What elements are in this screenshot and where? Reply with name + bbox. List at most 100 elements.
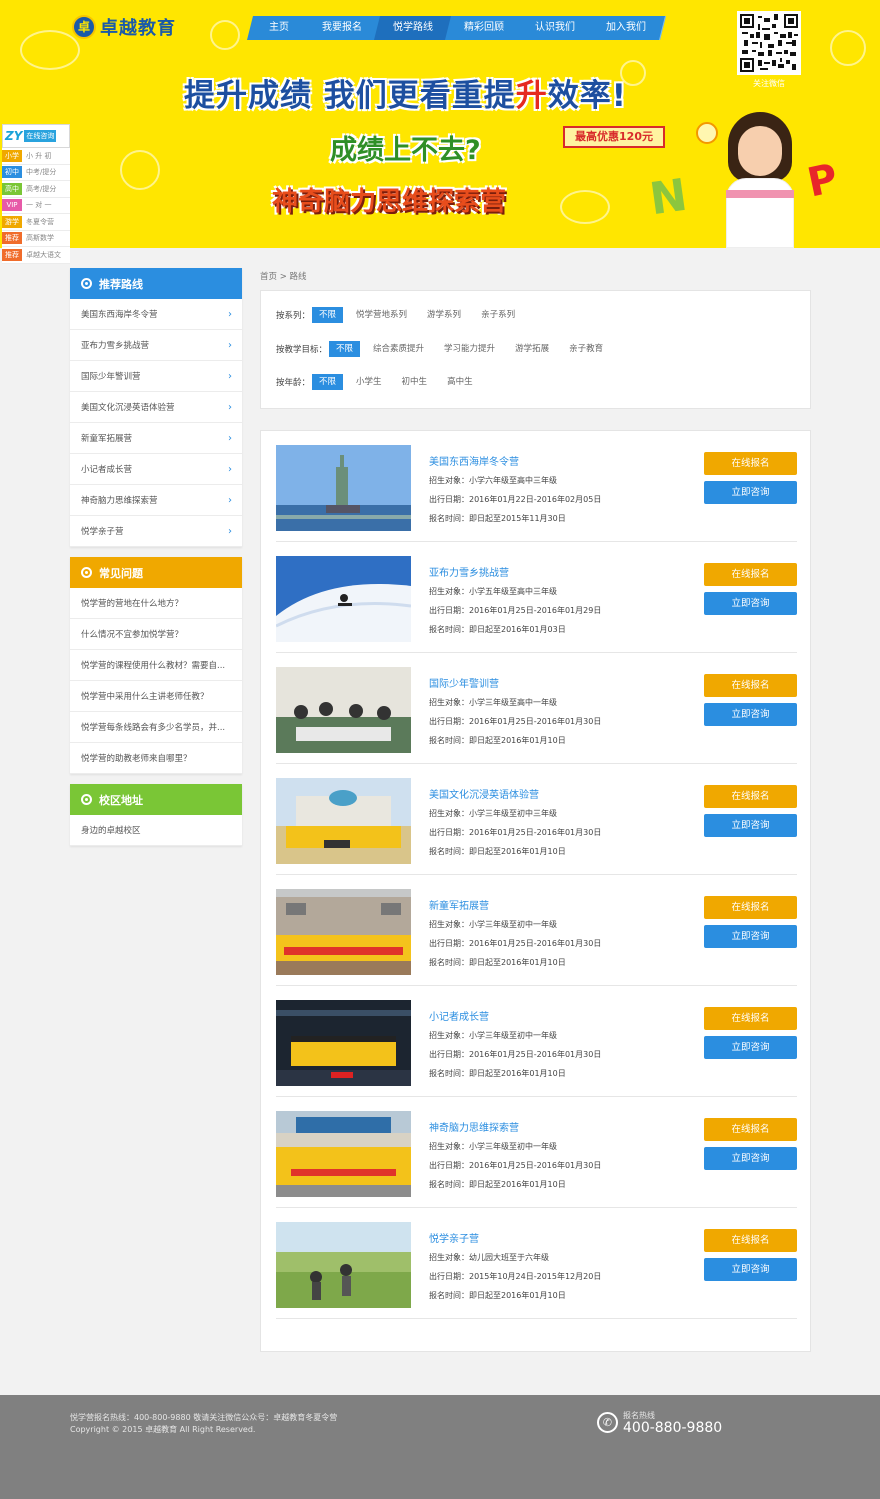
faq-link[interactable]: 悦学营的助教老师来自哪里？: [70, 743, 242, 774]
filter-option[interactable]: 小学生: [349, 374, 389, 390]
camp-photo[interactable]: [276, 1222, 411, 1308]
signup-button[interactable]: 在线报名: [704, 1007, 797, 1030]
consult-button[interactable]: 立即咨询: [704, 814, 797, 837]
camp-title[interactable]: 神奇脑力思维探索营: [429, 1119, 601, 1134]
camp-photo[interactable]: [276, 778, 411, 864]
filter-option[interactable]: 游学系列: [420, 307, 468, 323]
letter-p-decoration: P: [803, 155, 842, 207]
service-item[interactable]: 初中 中考/提分: [2, 164, 70, 181]
nav-routes[interactable]: 悦学路线: [374, 16, 453, 40]
camp-photo[interactable]: [276, 889, 411, 975]
camp-target: 招生对象：小学三年级至初中一年级: [429, 920, 557, 929]
camp-target: 招生对象：小学三年级至初中三年级: [429, 809, 557, 818]
service-item[interactable]: 高中 高考/提分: [2, 181, 70, 198]
filter-option[interactable]: 学习能力提升: [437, 341, 502, 357]
filter-option[interactable]: 不限: [312, 307, 344, 323]
zy-logo: ZY: [5, 129, 23, 143]
consult-button[interactable]: 立即咨询: [704, 1036, 797, 1059]
filter-option[interactable]: 高中生: [440, 374, 480, 390]
service-item[interactable]: 推荐 高斯数学: [2, 230, 70, 247]
camp-item: 神奇脑力思维探索营 招生对象：小学三年级至初中一年级 出行日期：2016年01月…: [276, 1097, 797, 1208]
route-link[interactable]: 国际少年警训营 ›: [70, 361, 242, 392]
service-item[interactable]: 推荐 卓越大语文: [2, 247, 70, 264]
camp-target: 招生对象：幼儿园大班至于六年级: [429, 1253, 549, 1262]
faq-link[interactable]: 悦学营的课程使用什么教材？需要自...: [70, 650, 242, 681]
consult-button[interactable]: 立即咨询: [704, 703, 797, 726]
filter-option[interactable]: 不限: [329, 341, 361, 357]
nav-about[interactable]: 认识我们: [516, 16, 595, 40]
camp-dates: 出行日期：2016年01月22日-2016年02月05日: [429, 495, 602, 504]
camp-item: 美国文化沉浸英语体验营 招生对象：小学三年级至初中三年级 出行日期：2016年0…: [276, 764, 797, 875]
chevron-right-icon: ›: [228, 494, 232, 506]
service-item[interactable]: VIP 一 对 一: [2, 197, 70, 214]
faq-link[interactable]: 什么情况不宜参加悦学营？: [70, 619, 242, 650]
camp-title[interactable]: 美国文化沉浸英语体验营: [429, 786, 601, 801]
camp-photo[interactable]: [276, 1111, 411, 1197]
camp-deadline: 报名时间：即日起至2016年01月10日: [429, 1291, 566, 1300]
camp-target: 招生对象：小学六年级至高中三年级: [429, 476, 557, 485]
banner-subtitle: 成绩上不去?: [330, 135, 481, 166]
filter-option[interactable]: 亲子系列: [474, 307, 522, 323]
route-link[interactable]: 悦学亲子营 ›: [70, 516, 242, 547]
signup-button[interactable]: 在线报名: [704, 674, 797, 697]
nav-home[interactable]: 主页: [247, 16, 311, 40]
camp-item: 悦学亲子营 招生对象：幼儿园大班至于六年级 出行日期：2015年10月24日-2…: [276, 1208, 797, 1319]
camp-deadline: 报名时间：即日起至2016年01月10日: [429, 1180, 566, 1189]
camp-title[interactable]: 小记者成长营: [429, 1008, 601, 1023]
camp-title[interactable]: 悦学亲子营: [429, 1230, 601, 1245]
route-link[interactable]: 新童军拓展营 ›: [70, 423, 242, 454]
camp-photo[interactable]: [276, 445, 411, 531]
camp-title[interactable]: 新童军拓展营: [429, 897, 601, 912]
camp-dates: 出行日期：2016年01月25日-2016年01月30日: [429, 717, 602, 726]
qr-code: [737, 11, 801, 75]
camp-title[interactable]: 国际少年警训营: [429, 675, 601, 690]
route-link[interactable]: 神奇脑力思维探索营 ›: [70, 485, 242, 516]
camp-title[interactable]: 美国东西海岸冬令营: [429, 453, 601, 468]
camp-title[interactable]: 亚布力雪乡挑战营: [429, 564, 601, 579]
filter-option[interactable]: 不限: [312, 374, 344, 390]
signup-button[interactable]: 在线报名: [704, 896, 797, 919]
faq-header: 常见问题: [70, 557, 242, 588]
chevron-right-icon: ›: [228, 401, 232, 413]
route-link[interactable]: 亚布力雪乡挑战营 ›: [70, 330, 242, 361]
faq-link[interactable]: 悦学营的营地在什么地方？: [70, 588, 242, 619]
signup-button[interactable]: 在线报名: [704, 452, 797, 475]
footer-hotline: ✆ 报名热线 400-880-9880: [597, 1410, 722, 1435]
filter-option[interactable]: 初中生: [395, 374, 435, 390]
consult-button[interactable]: 立即咨询: [704, 592, 797, 615]
service-item[interactable]: 游学 冬夏令营: [2, 214, 70, 231]
breadcrumb[interactable]: 首页 > 路线: [260, 270, 307, 282]
camp-photo[interactable]: [276, 667, 411, 753]
filter-option[interactable]: 悦学营地系列: [349, 307, 414, 323]
signup-button[interactable]: 在线报名: [704, 785, 797, 808]
online-service-header[interactable]: ZY 在线咨询: [2, 124, 70, 148]
route-link[interactable]: 小记者成长营 ›: [70, 454, 242, 485]
faq-link[interactable]: 悦学营中采用什么主讲老师任教？: [70, 681, 242, 712]
camp-photo[interactable]: [276, 1000, 411, 1086]
consult-button[interactable]: 立即咨询: [704, 925, 797, 948]
filter-option[interactable]: 综合素质提升: [366, 341, 431, 357]
service-item[interactable]: 小学 小 升 初: [2, 148, 70, 165]
camp-item: 国际少年警训营 招生对象：小学三年级至高中一年级 出行日期：2016年01月25…: [276, 653, 797, 764]
campus-link[interactable]: 身边的卓越校区: [70, 815, 242, 846]
camp-photo[interactable]: [276, 556, 411, 642]
nav-join[interactable]: 加入我们: [587, 16, 666, 40]
camp-dates: 出行日期：2016年01月25日-2016年01月29日: [429, 606, 602, 615]
consult-button[interactable]: 立即咨询: [704, 1147, 797, 1170]
nav-review[interactable]: 精彩回顾: [445, 16, 524, 40]
recommended-routes-panel: 推荐路线 美国东西海岸冬令营 › 亚布力雪乡挑战营 › 国际少年警训营 › 美国文化沉…: [70, 268, 242, 547]
qr-label: 关注微信: [753, 79, 785, 88]
signup-button[interactable]: 在线报名: [704, 563, 797, 586]
nav-signup[interactable]: 我要报名: [303, 16, 382, 40]
consult-button[interactable]: 立即咨询: [704, 481, 797, 504]
consult-button[interactable]: 立即咨询: [704, 1258, 797, 1281]
site-logo[interactable]: 卓 卓越教育: [72, 14, 176, 40]
filter-option[interactable]: 游学拓展: [508, 341, 556, 357]
faq-link[interactable]: 悦学营每条线路会有多少名学员，并...: [70, 712, 242, 743]
filter-option[interactable]: 亲子教育: [562, 341, 610, 357]
route-link[interactable]: 美国东西海岸冬令营 ›: [70, 299, 242, 330]
route-link[interactable]: 美国文化沉浸英语体验营 ›: [70, 392, 242, 423]
main-nav: 主页 我要报名 悦学路线 精彩回顾 认识我们 加入我们: [247, 16, 666, 40]
signup-button[interactable]: 在线报名: [704, 1118, 797, 1141]
signup-button[interactable]: 在线报名: [704, 1229, 797, 1252]
